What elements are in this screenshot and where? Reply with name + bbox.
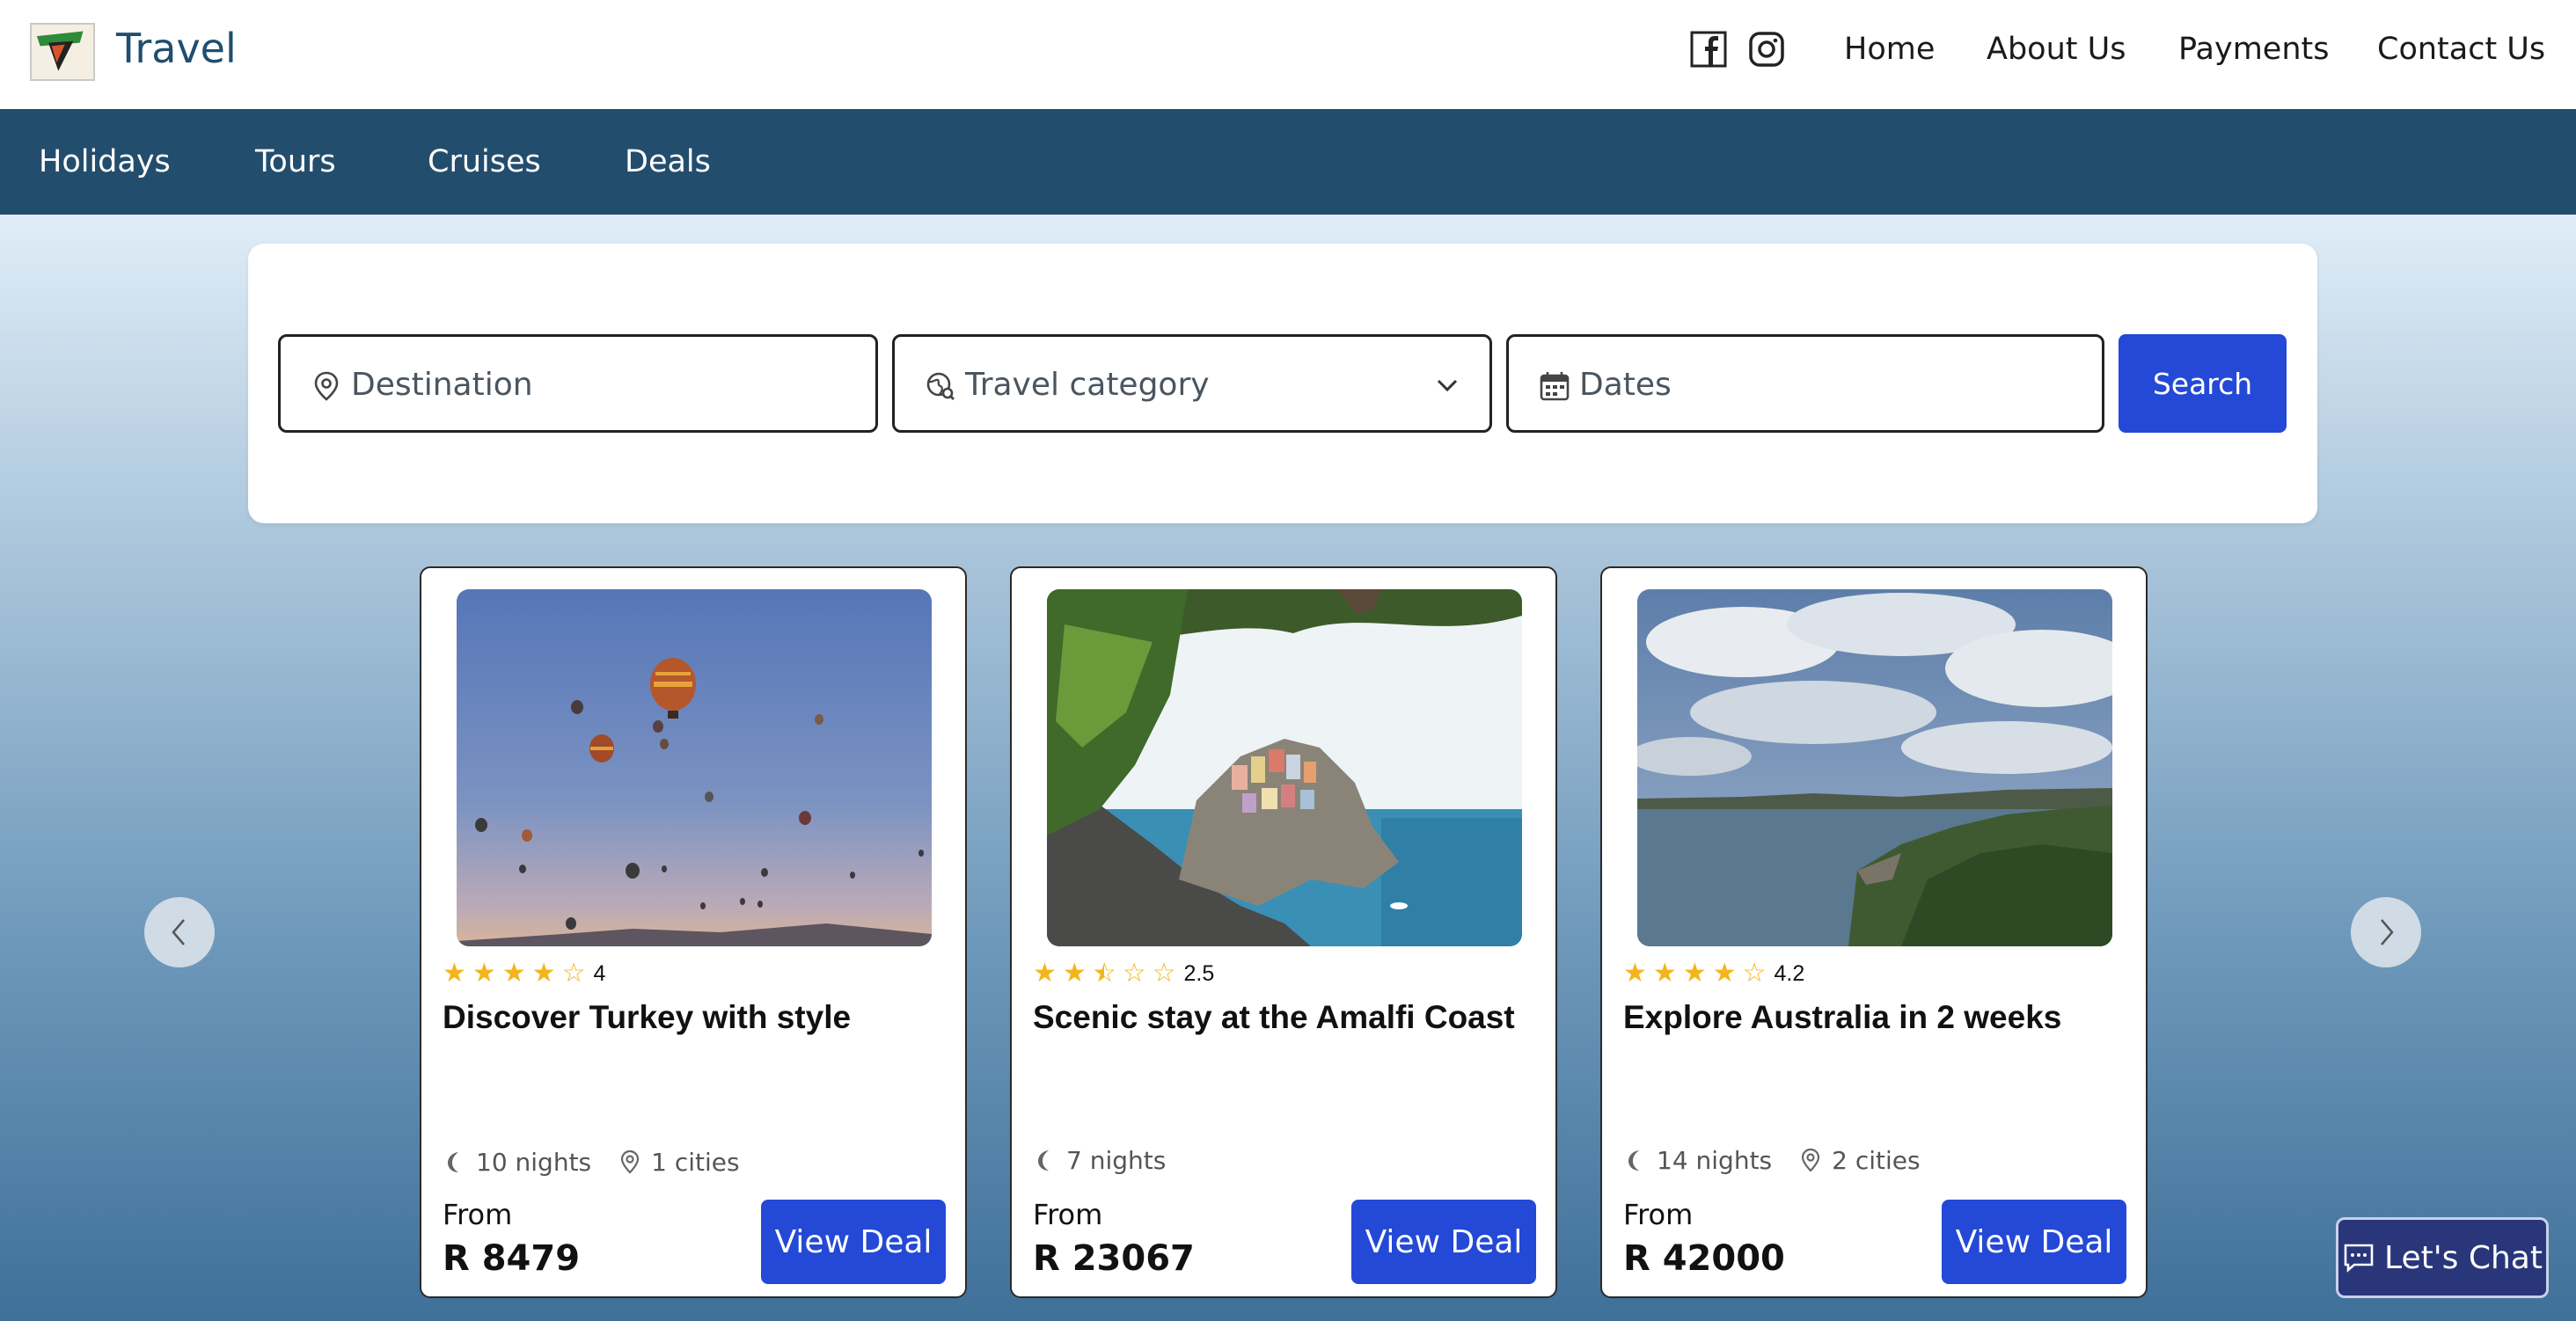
star-icon: ★ <box>501 959 526 988</box>
deal-price: R 8479 <box>443 1238 581 1279</box>
location-pin-icon <box>621 1149 640 1174</box>
nights-info: 10 nights <box>443 1148 591 1177</box>
nights-label: 7 nights <box>1066 1145 1167 1175</box>
star-outline-icon: ☆ <box>1152 959 1176 988</box>
star-outline-icon: ☆ <box>1742 959 1767 988</box>
globe-search-icon <box>926 372 955 400</box>
deal-title: Discover Turkey with style <box>443 999 852 1035</box>
category-bar: Holidays Tours Cruises Deals <box>0 109 2576 215</box>
location-pin-icon <box>1802 1148 1820 1172</box>
nights-label: 10 nights <box>476 1147 592 1177</box>
deal-card: ★ ★ ★ ★ ☆ 4 Discover Turkey with style 1… <box>420 566 967 1298</box>
view-deal-button[interactable]: View Deal <box>761 1200 946 1284</box>
chat-bubble-icon <box>2344 1244 2374 1273</box>
star-icon: ★ <box>531 959 556 988</box>
calendar-icon <box>1540 372 1570 401</box>
star-icon: ★ <box>472 959 496 988</box>
deal-image-australia <box>1637 589 2112 946</box>
deal-title: Explore Australia in 2 weeks <box>1623 999 2062 1035</box>
moon-icon <box>1038 1150 1049 1171</box>
dates-input[interactable]: Dates <box>1506 334 2104 433</box>
rating-stars: ★ ★ ★ ★ ☆ 4.2 <box>1623 960 1804 987</box>
view-deal-button[interactable]: View Deal <box>1351 1200 1536 1284</box>
cities-info: 2 cities <box>1798 1145 1921 1175</box>
cities-info: 1 cities <box>618 1147 740 1177</box>
star-half-icon: ☆★ <box>1092 959 1116 988</box>
nav-contact-us[interactable]: Contact Us <box>2377 32 2545 67</box>
dates-placeholder: Dates <box>1579 367 1672 403</box>
logo-icon[interactable] <box>30 23 95 81</box>
rating-value: 4.2 <box>1774 960 1805 986</box>
brand-name[interactable]: Travel <box>116 25 237 72</box>
star-icon: ★ <box>1623 959 1647 988</box>
from-label: From <box>1623 1198 1694 1231</box>
deal-meta: 7 nights <box>1033 1145 1192 1175</box>
view-deal-button[interactable]: View Deal <box>1942 1200 2126 1284</box>
nav-about-us[interactable]: About Us <box>1987 32 2126 67</box>
travel-category-select[interactable]: Travel category <box>892 334 1492 433</box>
moon-icon <box>1628 1150 1639 1171</box>
nights-info: 7 nights <box>1033 1146 1166 1175</box>
chevron-left-icon <box>172 919 185 945</box>
instagram-icon[interactable] <box>1747 30 1786 69</box>
category-cruises[interactable]: Cruises <box>428 144 541 179</box>
deal-meta: 10 nights 1 cities <box>443 1147 766 1177</box>
category-deals[interactable]: Deals <box>625 144 711 179</box>
from-label: From <box>1033 1198 1103 1231</box>
rating-stars: ★ ★ ☆★ ☆ ☆ 2.5 <box>1033 960 1214 987</box>
nights-label: 14 nights <box>1657 1145 1773 1175</box>
star-icon: ★ <box>1033 959 1057 988</box>
deal-image-coast <box>1047 589 1522 946</box>
star-icon: ★ <box>443 959 466 988</box>
lets-chat-label: Let's Chat <box>2384 1239 2543 1276</box>
rating-value: 2.5 <box>1183 960 1215 986</box>
search-button[interactable]: Search <box>2119 334 2287 433</box>
lets-chat-button[interactable]: Let's Chat <box>2336 1217 2549 1298</box>
star-icon: ★ <box>1712 959 1737 988</box>
chevron-right-icon <box>2381 919 2394 945</box>
deal-card: ★ ★ ☆★ ☆ ☆ 2.5 Scenic stay at the Amalfi… <box>1010 566 1557 1298</box>
deal-price: R 42000 <box>1623 1238 1785 1279</box>
rating-value: 4 <box>593 960 606 986</box>
facebook-icon[interactable] <box>1689 30 1728 69</box>
deal-title: Scenic stay at the Amalfi Coast <box>1033 999 1515 1035</box>
rating-stars: ★ ★ ★ ★ ☆ 4 <box>443 960 605 987</box>
destination-input[interactable]: Destination <box>278 334 878 433</box>
cities-label: 1 cities <box>651 1147 740 1177</box>
star-icon: ★ <box>1062 959 1087 988</box>
star-outline-icon: ☆ <box>561 959 586 988</box>
deal-image-balloons <box>457 589 932 946</box>
star-outline-icon: ☆ <box>1122 959 1146 988</box>
cities-label: 2 cities <box>1832 1145 1921 1175</box>
carousel-prev-button[interactable] <box>144 897 215 967</box>
from-label: From <box>443 1198 513 1231</box>
chevron-down-icon <box>1437 379 1458 392</box>
nav-payments[interactable]: Payments <box>2178 32 2329 67</box>
travel-category-placeholder: Travel category <box>965 367 1210 403</box>
star-icon: ★ <box>1682 959 1707 988</box>
deal-card: ★ ★ ★ ★ ☆ 4.2 Explore Australia in 2 wee… <box>1600 566 2148 1298</box>
carousel-next-button[interactable] <box>2351 897 2421 967</box>
deal-price: R 23067 <box>1033 1238 1195 1279</box>
nights-info: 14 nights <box>1623 1146 1772 1175</box>
top-header: Travel Home About Us Payments Contact Us <box>0 0 2576 109</box>
deal-meta: 14 nights 2 cities <box>1623 1145 1947 1175</box>
moon-icon <box>448 1152 458 1172</box>
category-holidays[interactable]: Holidays <box>39 144 171 179</box>
category-tours[interactable]: Tours <box>255 144 336 179</box>
location-pin-icon <box>314 371 339 401</box>
destination-placeholder: Destination <box>351 367 533 403</box>
star-icon: ★ <box>1652 959 1677 988</box>
nav-home[interactable]: Home <box>1844 32 1935 67</box>
